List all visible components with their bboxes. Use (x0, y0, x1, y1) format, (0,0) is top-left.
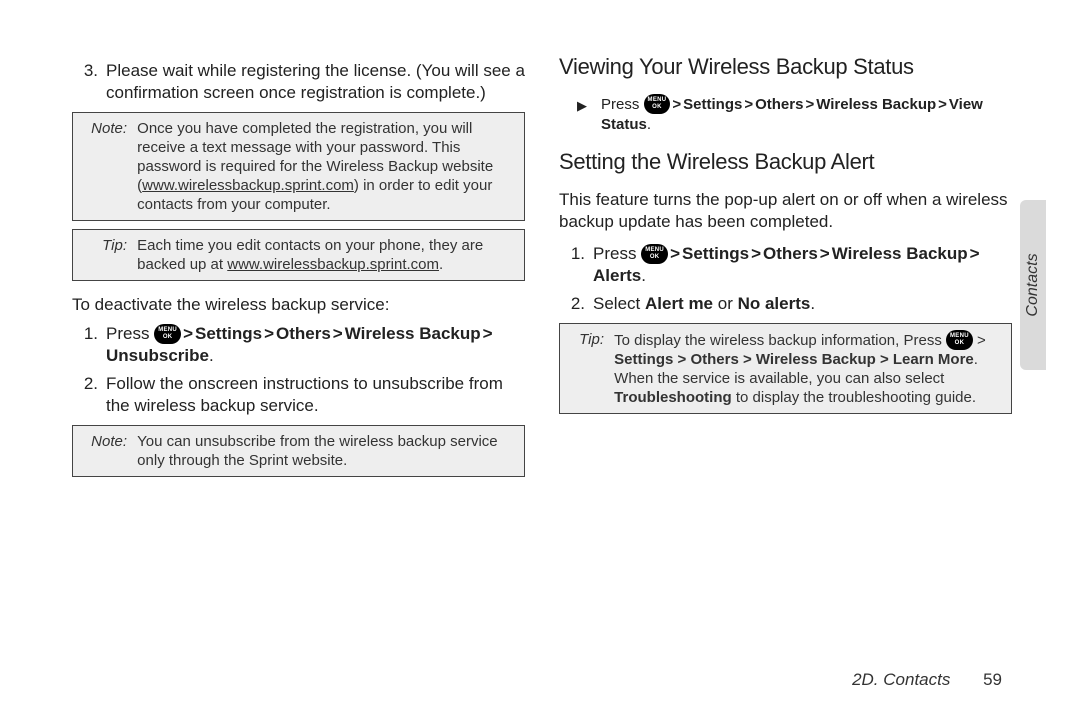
note-box: Note: You can unsubscribe from the wirel… (72, 425, 525, 477)
list-number: 1. (72, 323, 106, 367)
list-number: 1. (559, 243, 593, 287)
list-text: Press MENUOK > Settings > Others > Wirel… (593, 243, 1012, 287)
bullet-text: Press MENUOK > Settings > Others > Wirel… (601, 94, 1012, 135)
url-text: www.wirelessbackup.sprint.com (142, 177, 354, 194)
tip-label: Tip: (83, 236, 133, 255)
url-text: www.wirelessbackup.sprint.com (227, 256, 439, 273)
tip-label: Tip: (570, 330, 610, 349)
list-text: Press MENUOK > Settings > Others > Wirel… (106, 323, 525, 367)
footer-page-number: 59 (983, 670, 1002, 689)
tip-box: Tip: Each time you edit contacts on your… (72, 229, 525, 281)
subheading: To deactivate the wireless backup servic… (72, 295, 525, 315)
list-item: 2. Follow the onscreen instructions to u… (72, 373, 525, 417)
menu-ok-key-icon: MENUOK (946, 330, 973, 350)
list-item: 3. Please wait while registering the lic… (72, 60, 525, 104)
list-item: 1. Press MENUOK > Settings > Others > Wi… (559, 243, 1012, 287)
triangle-bullet-icon: ▶ (577, 94, 601, 135)
list-number: 3. (72, 60, 106, 104)
list-item: 2. Select Alert me or No alerts. (559, 293, 1012, 315)
note-label: Note: (83, 119, 133, 138)
list-number: 2. (559, 293, 593, 315)
side-tab-label: Contacts (1024, 253, 1042, 316)
section-heading: Viewing Your Wireless Backup Status (559, 54, 1012, 80)
list-number: 2. (72, 373, 106, 417)
menu-ok-key-icon: MENUOK (641, 244, 668, 264)
page-body: 3. Please wait while registering the lic… (72, 54, 1012, 485)
note-text: Once you have completed the registration… (137, 119, 507, 214)
right-column: Viewing Your Wireless Backup Status ▶ Pr… (559, 54, 1012, 485)
footer-section: 2D. Contacts (852, 670, 978, 689)
list-item: 1. Press MENUOK > Settings > Others > Wi… (72, 323, 525, 367)
bullet-item: ▶ Press MENUOK > Settings > Others > Wir… (577, 94, 1012, 135)
list-text: Please wait while registering the licens… (106, 60, 525, 104)
list-text: Select Alert me or No alerts. (593, 293, 1012, 315)
note-text: You can unsubscribe from the wireless ba… (137, 432, 507, 470)
section-heading: Setting the Wireless Backup Alert (559, 149, 1012, 175)
side-tab: Contacts (1020, 200, 1046, 370)
left-column: 3. Please wait while registering the lic… (72, 54, 525, 485)
note-box: Note: Once you have completed the regist… (72, 112, 525, 221)
note-label: Note: (83, 432, 133, 451)
list-text: Follow the onscreen instructions to unsu… (106, 373, 525, 417)
tip-text: To display the wireless backup informati… (614, 330, 994, 407)
menu-ok-key-icon: MENUOK (644, 94, 671, 114)
tip-text: Each time you edit contacts on your phon… (137, 236, 507, 274)
tip-box: Tip: To display the wireless backup info… (559, 323, 1012, 414)
menu-ok-key-icon: MENUOK (154, 324, 181, 344)
page-footer: 2D. Contacts 59 (852, 670, 1002, 690)
paragraph: This feature turns the pop-up alert on o… (559, 189, 1012, 233)
